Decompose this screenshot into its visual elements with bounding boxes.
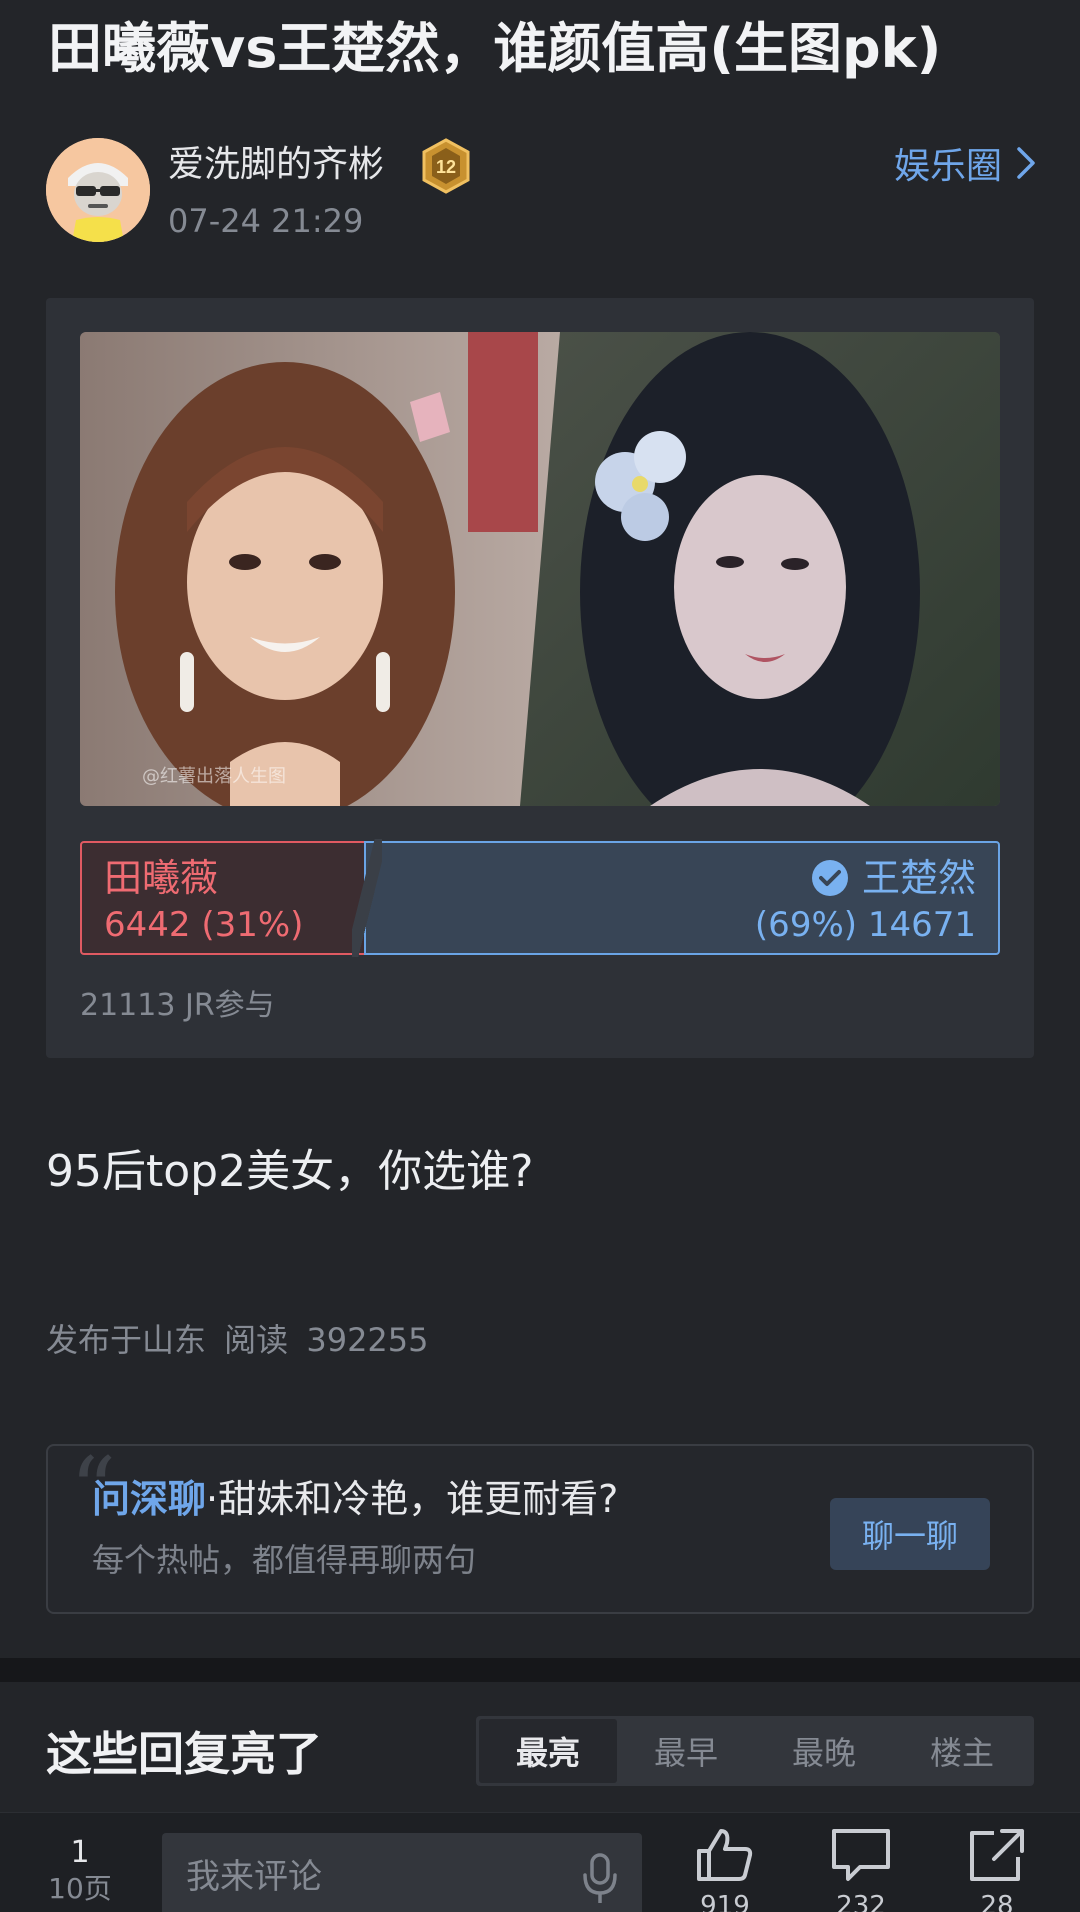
vote-divider xyxy=(352,839,382,957)
circle-label: 娱乐圈 xyxy=(893,146,1002,187)
discussion-brand: 问深聊 xyxy=(92,1477,207,1521)
share-count: 28 xyxy=(980,1891,1014,1912)
post-meta: 发布于山东 阅读 392255 xyxy=(46,1321,429,1359)
bottom-bar: 1 10页 我来评论 919 232 28 xyxy=(0,1812,1080,1912)
vote-option-left-stat: 6442 (31%) xyxy=(104,905,304,945)
page-current: 1 xyxy=(70,1835,90,1870)
level-badge-icon: 12 xyxy=(420,138,472,194)
circle-link[interactable]: 娱乐圈 xyxy=(894,138,1036,188)
poll-card: @红薯出落人生图 田曦薇 6442 (31%) 王楚然 (69%) 14671 … xyxy=(46,298,1034,1058)
comment-placeholder: 我来评论 xyxy=(186,1857,322,1897)
comment-count: 232 xyxy=(836,1891,886,1912)
vote-option-right[interactable]: 王楚然 (69%) 14671 xyxy=(364,841,1000,955)
like-action[interactable]: 919 xyxy=(680,1827,770,1912)
author-row: 爱洗脚的齐彬 12 07-24 21:29 娱乐圈 xyxy=(46,138,1036,248)
chat-button[interactable]: 聊一聊 xyxy=(830,1498,990,1570)
thumbs-up-icon xyxy=(697,1829,753,1881)
discussion-topic: 甜妹和冷艳，谁更耐看? xyxy=(218,1477,619,1521)
share-action[interactable]: 28 xyxy=(952,1827,1042,1912)
vote-option-right-stat: (69%) 14671 xyxy=(754,905,976,945)
post-time: 07-24 21:29 xyxy=(168,202,364,240)
vote-option-left[interactable]: 田曦薇 6442 (31%) xyxy=(80,841,366,955)
vote-option-right-name-row: 王楚然 xyxy=(811,855,976,901)
tab-earliest[interactable]: 最早 xyxy=(617,1719,755,1783)
section-divider xyxy=(0,1658,1080,1682)
replies-title: 这些回复亮了 xyxy=(46,1727,322,1781)
comment-bubble-icon xyxy=(832,1829,890,1881)
vote-bar: 田曦薇 6442 (31%) 王楚然 (69%) 14671 xyxy=(80,839,1000,957)
author-name[interactable]: 爱洗脚的齐彬 xyxy=(168,140,384,190)
sort-tabs: 最亮 最早 最晚 楼主 xyxy=(476,1716,1034,1786)
discussion-separator: · xyxy=(206,1477,219,1521)
microphone-icon[interactable] xyxy=(582,1853,618,1905)
post-title: 田曦薇vs王楚然，谁颜值高(生图pk) xyxy=(48,17,942,80)
like-count: 919 xyxy=(700,1891,750,1912)
level-badge-text: 12 xyxy=(436,157,456,177)
page-indicator[interactable]: 1 10页 xyxy=(40,1835,120,1907)
poll-participants: 21113 JR参与 xyxy=(80,988,275,1023)
check-circle-icon xyxy=(811,860,848,896)
vote-option-right-name: 王楚然 xyxy=(861,856,976,900)
avatar[interactable] xyxy=(46,138,150,242)
vote-option-left-name: 田曦薇 xyxy=(104,856,219,900)
discussion-title: 问深聊·甜妹和冷艳，谁更耐看? xyxy=(92,1474,618,1524)
chevron-right-icon xyxy=(1017,147,1035,179)
discussion-subtitle: 每个热帖，都值得再聊两句 xyxy=(92,1541,477,1579)
poll-image: @红薯出落人生图 xyxy=(80,332,1000,806)
comment-input[interactable]: 我来评论 xyxy=(162,1833,642,1912)
share-icon xyxy=(970,1829,1024,1881)
tab-latest[interactable]: 最晚 xyxy=(755,1719,893,1783)
tab-brightest[interactable]: 最亮 xyxy=(479,1719,617,1783)
discussion-card[interactable]: “ 问深聊·甜妹和冷艳，谁更耐看? 每个热帖，都值得再聊两句 聊一聊 xyxy=(46,1444,1034,1614)
comment-action[interactable]: 232 xyxy=(816,1827,906,1912)
post-body: 95后top2美女，你选谁? xyxy=(46,1146,534,1197)
post-page: 田曦薇vs王楚然，谁颜值高(生图pk) 爱洗脚的齐彬 12 07-24 21:2… xyxy=(0,0,1080,1912)
page-total: 10页 xyxy=(48,1872,112,1905)
tab-op-only[interactable]: 楼主 xyxy=(893,1719,1031,1783)
image-watermark: @红薯出落人生图 xyxy=(142,766,286,787)
